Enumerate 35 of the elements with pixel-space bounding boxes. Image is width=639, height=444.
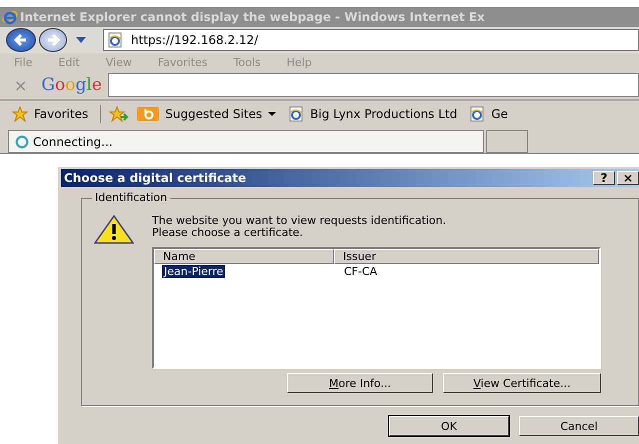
certificate-name[interactable]: Jean-Pierre bbox=[162, 264, 226, 278]
group-label: Identification bbox=[92, 191, 170, 204]
suggested-sites-button[interactable]: Suggested Sites bbox=[133, 106, 280, 122]
forward-button[interactable] bbox=[39, 28, 67, 52]
favorite-link[interactable]: Ge bbox=[465, 106, 512, 122]
dialog-title: Choose a digital certificate bbox=[64, 171, 246, 185]
window-title: Internet Explorer cannot display the webpage - Windows Internet Ex bbox=[20, 10, 485, 24]
google-logo: Google bbox=[41, 75, 102, 95]
dialog-button[interactable]: OK bbox=[389, 416, 509, 436]
column-header[interactable]: Issuer bbox=[334, 249, 599, 264]
help-button[interactable]: ? bbox=[593, 171, 615, 185]
dropdown-arrow-icon[interactable] bbox=[76, 37, 86, 43]
search-field[interactable] bbox=[108, 73, 639, 97]
certificate-list[interactable]: Name Issuer Jean-Pierre CF-CA bbox=[152, 247, 601, 369]
dialog-button[interactable]: Cancel bbox=[519, 416, 639, 436]
url-text: https://192.168.2.12/ bbox=[131, 33, 258, 47]
star-icon bbox=[12, 106, 28, 122]
loading-icon bbox=[15, 134, 29, 148]
dialog-button[interactable]: More Info... bbox=[287, 373, 433, 393]
page-icon bbox=[288, 106, 304, 122]
dialog-button[interactable]: View Certificate... bbox=[443, 373, 601, 393]
column-header[interactable]: Name bbox=[154, 249, 334, 264]
caret-icon bbox=[268, 112, 276, 116]
certificate-issuer: CF-CA bbox=[344, 264, 378, 278]
browser-tab[interactable]: Connecting... bbox=[8, 130, 484, 153]
address-field[interactable]: https://192.168.2.12/ bbox=[103, 29, 639, 51]
back-button[interactable] bbox=[6, 28, 36, 52]
browser-logo-icon bbox=[2, 9, 18, 25]
close-button[interactable]: × bbox=[617, 171, 639, 185]
favorite-link[interactable]: Big Lynx Productions Ltd bbox=[284, 106, 462, 122]
favorites-button[interactable]: Favorites bbox=[8, 106, 92, 122]
page-icon bbox=[107, 32, 123, 48]
warning-icon bbox=[94, 215, 134, 245]
page-icon bbox=[469, 106, 486, 122]
message-text: The website you want to view requests identification. Please choose a certificate. bbox=[152, 215, 448, 239]
